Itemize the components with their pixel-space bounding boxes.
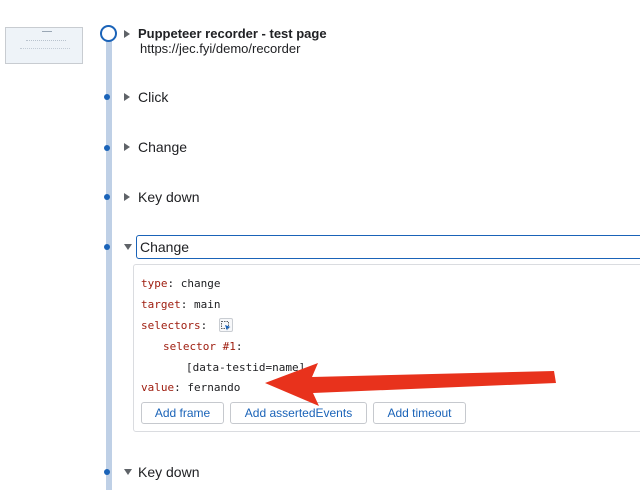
step-title-input[interactable]: Change [136, 235, 640, 259]
expand-triangle-icon[interactable] [124, 193, 130, 202]
expand-triangle-icon[interactable] [124, 93, 130, 102]
expand-triangle-icon[interactable] [124, 143, 130, 152]
recording-title: Puppeteer recorder - test page [138, 26, 327, 41]
timeline-line [106, 33, 112, 490]
recording-url: https://jec.fyi/demo/recorder [140, 41, 301, 56]
step-label: Click [138, 89, 169, 105]
detail-target-row: target: main [141, 298, 221, 311]
step-label: Change [138, 139, 188, 155]
timeline-node [104, 94, 110, 100]
timeline-node [104, 145, 110, 151]
detail-key: value [141, 381, 175, 394]
recording-title-row[interactable]: Puppeteer recorder - test page [124, 26, 327, 41]
detail-key: selectors [141, 319, 201, 332]
annotation-arrow-icon [265, 363, 556, 406]
step-change[interactable]: Change [124, 139, 187, 156]
add-frame-button[interactable]: Add frame [141, 402, 224, 424]
collapse-triangle-icon[interactable] [124, 244, 132, 251]
detail-type-row: type: change [141, 277, 221, 290]
detail-selector1-row: selector #1: [163, 340, 243, 353]
detail-value[interactable]: change [181, 277, 221, 290]
detail-value[interactable]: fernando [187, 381, 240, 394]
step-label: Key down [138, 464, 200, 480]
page-thumbnail [5, 27, 83, 64]
step-key-down[interactable]: Key down [124, 189, 199, 206]
detail-value[interactable]: main [194, 298, 221, 311]
detail-selectors-row: selectors: [141, 319, 208, 332]
timeline-start-node [100, 25, 117, 42]
detail-key: target [141, 298, 181, 311]
expand-triangle-icon[interactable] [124, 29, 130, 38]
cursor-select-icon[interactable] [219, 318, 233, 332]
step-label: Key down [138, 189, 200, 205]
timeline-node [104, 244, 110, 250]
step-key-down-2[interactable]: Key down [124, 464, 199, 481]
timeline-node [104, 469, 110, 475]
detail-value-row: value: fernando [141, 381, 241, 394]
detail-key: selector #1 [163, 340, 236, 353]
timeline-node [104, 194, 110, 200]
detail-key: type [141, 277, 168, 290]
collapse-triangle-icon[interactable] [124, 469, 132, 476]
step-click[interactable]: Click [124, 89, 168, 106]
